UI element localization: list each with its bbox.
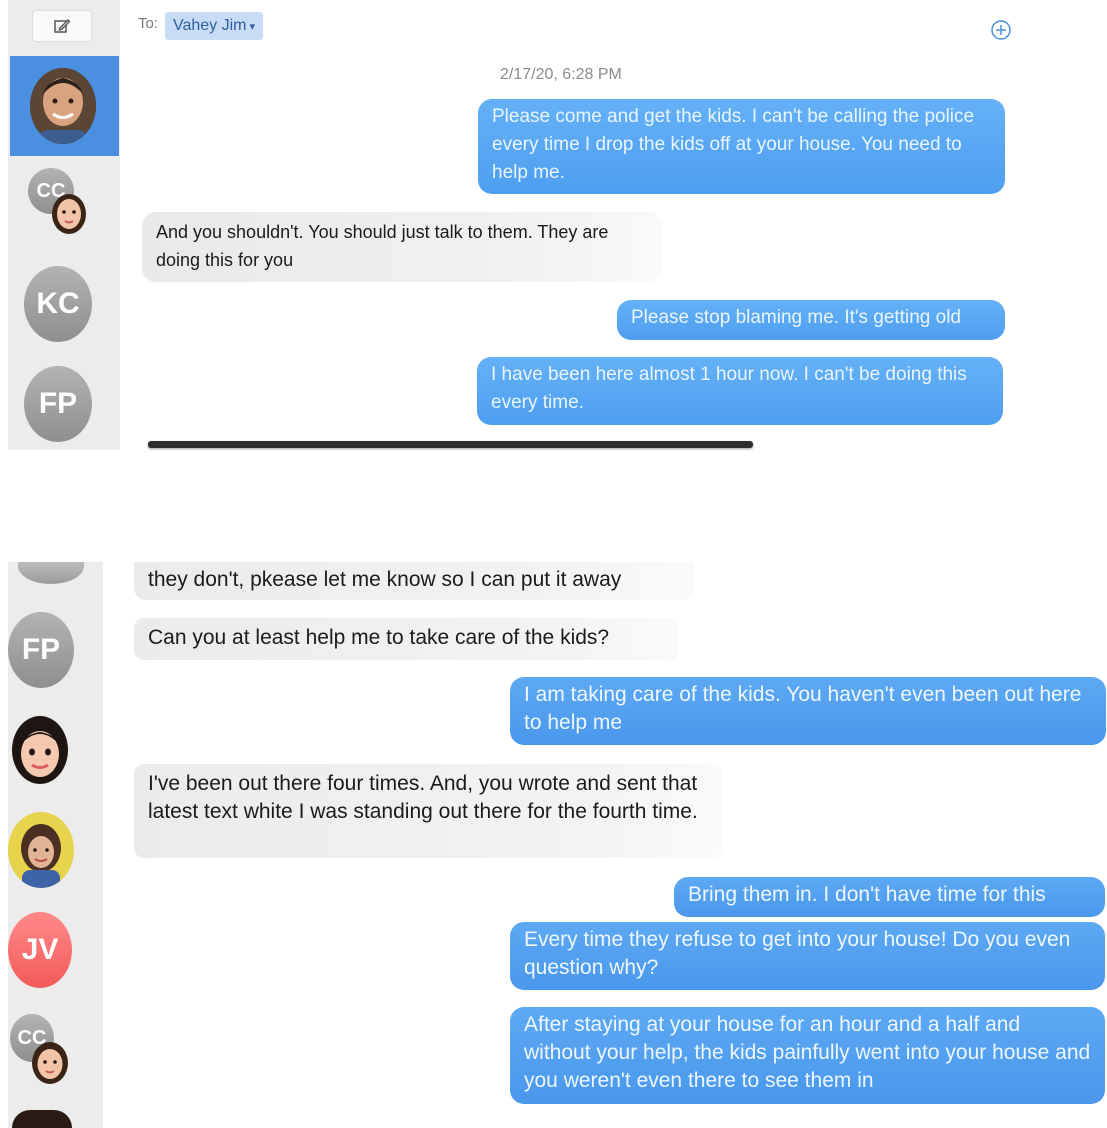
contact-photo-avatar [30,68,96,144]
contact-initials: JV [21,933,59,966]
contact-photo-avatar[interactable] [8,812,74,888]
message-timestamp: 2/17/20, 6:28 PM [500,66,622,83]
message-incoming: I've been out there four times. And, you… [134,764,722,858]
message-incoming: Can you at least help me to take care of… [134,618,679,660]
message-outgoing: Every time they refuse to get into your … [510,922,1105,990]
recipient-name: Vahey Jim [173,17,247,34]
add-circle-icon[interactable] [990,19,1012,41]
message-outgoing: I have been here almost 1 hour now. I ca… [477,357,1003,425]
contact-avatar-kc[interactable]: KC [24,266,92,342]
contact-initials: FP [38,387,78,420]
recipient-chip[interactable]: Vahey Jim ▾ [165,12,264,40]
page-divider [148,441,753,448]
message-outgoing: Please stop blaming me. It's getting old [617,300,1005,340]
contact-avatar-fp[interactable]: FP [8,612,74,688]
message-outgoing: Please come and get the kids. I can't be… [478,99,1005,194]
message-outgoing: After staying at your house for an hour … [510,1007,1105,1104]
contact-avatar-jv[interactable]: JV [8,912,72,988]
top-screenshot: CC KC FP To: Vahey Jim ▾ 2/17/20, 6:28 P… [0,0,1107,455]
contact-initials: FP [21,633,61,666]
contact-avatar-partial[interactable] [12,1110,72,1128]
message-incoming: And you shouldn't. You should just talk … [142,212,662,282]
memoji-avatar[interactable] [10,712,70,786]
compose-button[interactable] [32,10,92,42]
compose-icon [54,19,71,33]
memoji-avatar [30,1038,70,1086]
contact-initials: KC [36,287,80,320]
recipient-label: To: [138,15,159,32]
conversation-row-selected[interactable] [10,56,119,156]
chevron-down-icon: ▾ [249,20,256,33]
contact-avatar-fp[interactable]: FP [24,366,92,442]
message-incoming: they don't, pkease let me know so I can … [134,562,694,600]
memoji-avatar [50,190,88,236]
message-outgoing: Bring them in. I don't have time for thi… [674,877,1105,917]
message-outgoing: I am taking care of the kids. You haven'… [510,677,1106,745]
